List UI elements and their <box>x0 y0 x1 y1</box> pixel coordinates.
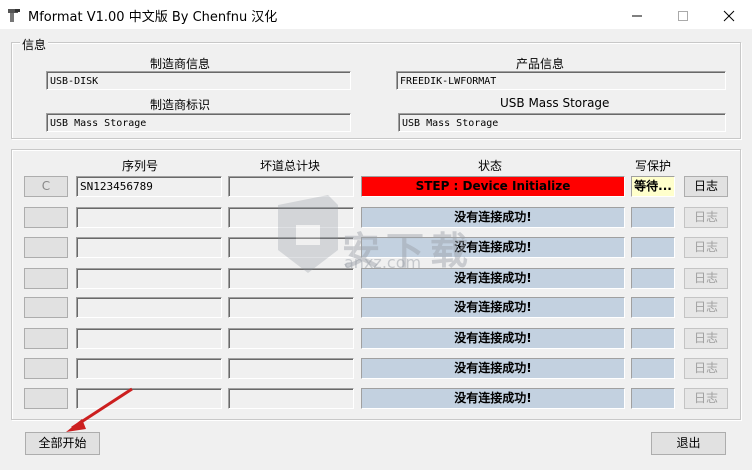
serial-field[interactable]: SN123456789 <box>76 176 222 197</box>
serial-field[interactable] <box>76 297 222 318</box>
log-button: 日志 <box>684 358 728 379</box>
device-select-button[interactable] <box>24 207 68 228</box>
minimize-button[interactable] <box>614 0 660 29</box>
app-icon <box>8 9 20 22</box>
title-bar[interactable]: Mformat V1.00 中文版 By Chenfnu 汉化 <box>0 0 752 29</box>
write-protect-header: 写保护 <box>634 159 671 173</box>
write-protect-field <box>631 297 675 318</box>
write-protect-field: 等待... <box>631 176 675 197</box>
serial-field[interactable] <box>76 268 222 289</box>
bad-blocks-field[interactable] <box>228 237 354 258</box>
device-select-button[interactable] <box>24 328 68 349</box>
write-protect-field <box>631 268 675 289</box>
maximize-icon <box>678 11 688 21</box>
status-field: STEP : Device Initialize <box>361 176 625 197</box>
bad-blocks-field[interactable] <box>228 358 354 379</box>
serial-field[interactable] <box>76 237 222 258</box>
product-info-field[interactable]: FREEDIK-LWFORMAT <box>396 71 726 90</box>
device-select-button[interactable] <box>24 268 68 289</box>
status-field: 没有连接成功! <box>361 388 625 409</box>
manufacturer-info-field[interactable]: USB-DISK <box>46 71 351 90</box>
device-select-button[interactable]: C <box>24 176 68 197</box>
device-select-button[interactable] <box>24 358 68 379</box>
close-icon <box>723 10 735 22</box>
annotation-arrow-icon <box>66 387 133 432</box>
bad-blocks-field[interactable] <box>228 297 354 318</box>
log-button: 日志 <box>684 297 728 318</box>
status-field: 没有连接成功! <box>361 328 625 349</box>
info-group-label: 信息 <box>20 36 49 53</box>
window-title: Mformat V1.00 中文版 By Chenfnu 汉化 <box>28 10 278 25</box>
close-button[interactable] <box>706 0 752 29</box>
serial-field[interactable] <box>76 207 222 228</box>
log-button: 日志 <box>684 268 728 289</box>
bad-blocks-field[interactable] <box>228 388 354 409</box>
manufacturer-id-field[interactable]: USB Mass Storage <box>46 113 351 132</box>
device-select-button[interactable] <box>24 237 68 258</box>
product-id-label: USB Mass Storage <box>500 96 610 110</box>
status-field: 没有连接成功! <box>361 358 625 379</box>
bad-blocks-field[interactable] <box>228 176 354 197</box>
watermark-subtext: anxz.com <box>344 253 422 272</box>
maximize-button[interactable] <box>660 0 706 29</box>
status-field: 没有连接成功! <box>361 297 625 318</box>
minimize-icon <box>632 15 642 17</box>
start-all-button[interactable]: 全部开始 <box>25 432 100 455</box>
device-select-button[interactable] <box>24 297 68 318</box>
status-header: 状态 <box>477 159 502 173</box>
log-button: 日志 <box>684 328 728 349</box>
bad-blocks-field[interactable] <box>228 268 354 289</box>
write-protect-field <box>631 358 675 379</box>
serial-field[interactable] <box>76 328 222 349</box>
product-id-field[interactable]: USB Mass Storage <box>398 113 726 132</box>
bad-blocks-header: 坏道总计块 <box>259 159 320 173</box>
serial-field[interactable] <box>76 358 222 379</box>
manufacturer-info-label: 制造商信息 <box>149 57 210 71</box>
serial-header: 序列号 <box>121 159 158 173</box>
exit-button[interactable]: 退出 <box>651 432 726 455</box>
write-protect-field <box>631 237 675 258</box>
bad-blocks-field[interactable] <box>228 207 354 228</box>
bad-blocks-field[interactable] <box>228 328 354 349</box>
log-button: 日志 <box>684 207 728 228</box>
write-protect-field <box>631 328 675 349</box>
log-button[interactable]: 日志 <box>684 176 728 197</box>
log-button: 日志 <box>684 388 728 409</box>
log-button: 日志 <box>684 237 728 258</box>
product-info-label: 产品信息 <box>515 57 564 71</box>
write-protect-field <box>631 388 675 409</box>
write-protect-field <box>631 207 675 228</box>
manufacturer-id-label: 制造商标识 <box>149 98 210 112</box>
